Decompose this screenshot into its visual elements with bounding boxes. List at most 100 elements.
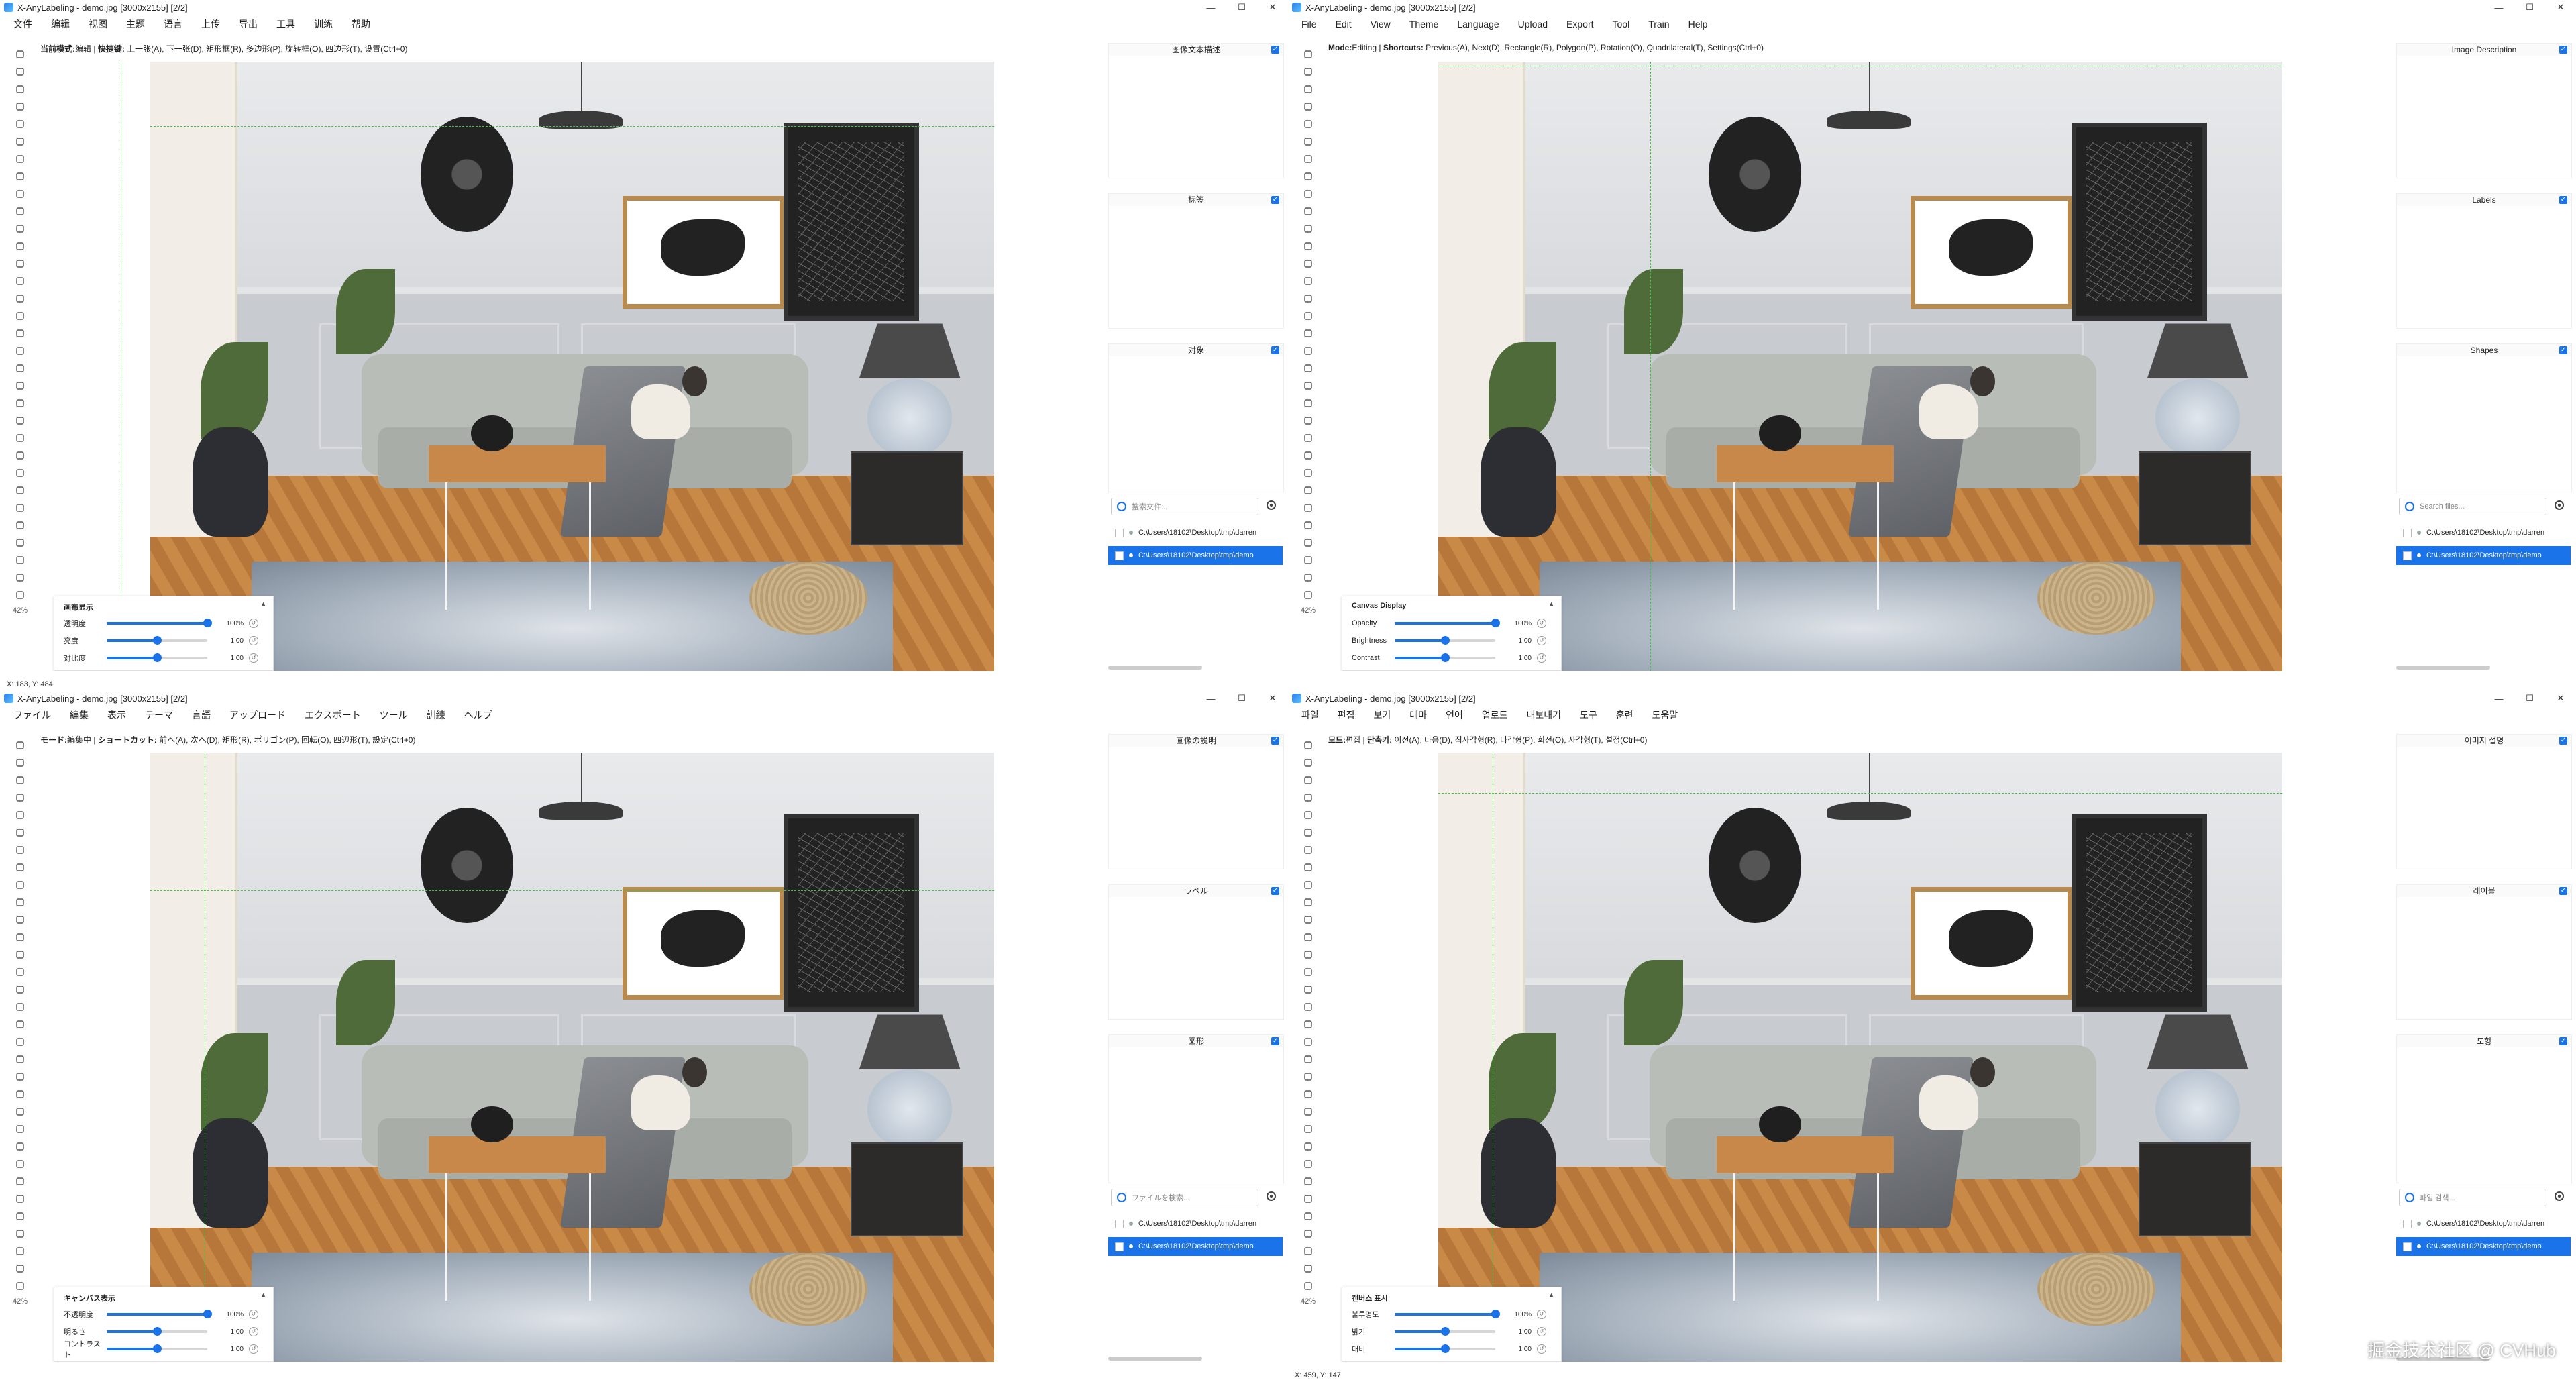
polygon-icon[interactable] [1301,826,1315,839]
contrast-slider-handle[interactable] [1441,653,1450,662]
zoom-in-icon[interactable] [1301,431,1315,445]
save-icon[interactable] [13,100,27,113]
next-image-icon[interactable] [1301,756,1315,769]
shapes-dock-checkbox[interactable]: ✓ [2559,346,2567,354]
undo-icon[interactable] [1301,344,1315,358]
save-icon[interactable] [1301,791,1315,804]
file-list-item[interactable]: C:\Users\18102\Desktop\tmp\demo [2396,546,2571,565]
menu-item[interactable]: Language [1448,19,1508,30]
zoom-in-icon[interactable] [1301,1122,1315,1136]
contrast-slider-handle[interactable] [153,1344,162,1353]
menu-item[interactable]: 主题 [117,17,154,31]
eye-icon[interactable] [1301,1087,1315,1101]
line-icon[interactable] [1301,257,1315,270]
save-icon[interactable] [13,791,27,804]
file-search-input[interactable]: ファイルを検索... [1111,1189,1258,1206]
delete-icon[interactable] [1301,117,1315,131]
maximize-button[interactable]: ☐ [2514,2,2545,13]
image-description-dock-checkbox[interactable]: ✓ [1271,46,1279,54]
close-button[interactable]: ✕ [2545,2,2576,13]
contrast-slider[interactable] [107,1344,207,1353]
settings-icon[interactable] [13,1210,27,1223]
menu-item[interactable]: Export [1557,19,1603,30]
linestrip-icon[interactable] [1301,292,1315,305]
menu-item[interactable]: Train [1639,19,1678,30]
ai-icon[interactable] [1301,861,1315,874]
zoom-out-icon[interactable] [1301,1140,1315,1153]
menu-item[interactable]: 언어 [1436,708,1472,722]
file-list-item[interactable]: C:\Users\18102\Desktop\tmp\darren [1108,523,1283,542]
minimize-button[interactable]: — [1195,694,1226,704]
shapes-dock-checkbox[interactable]: ✓ [1271,346,1279,354]
contrast-slider[interactable] [107,653,207,662]
quadrilateral-icon[interactable] [13,222,27,235]
close-button[interactable]: ✕ [1257,2,1288,13]
undo-icon[interactable] [13,1035,27,1049]
camera-icon[interactable] [13,1227,27,1240]
linestrip-icon[interactable] [1301,983,1315,996]
ai-icon[interactable] [1301,170,1315,183]
zoom-out-icon[interactable] [13,1140,27,1153]
line-icon[interactable] [1301,948,1315,961]
open-file-icon[interactable] [13,739,27,752]
next-image-icon[interactable] [1301,65,1315,78]
file-checkbox[interactable] [2403,528,2412,537]
collapse-icon[interactable]: ▲ [1548,600,1554,607]
menu-item[interactable]: 导出 [229,17,267,31]
menu-item[interactable]: 言語 [182,708,220,722]
camera-icon[interactable] [13,536,27,549]
menu-item[interactable]: 帮助 [342,17,380,31]
fit-icon[interactable] [13,466,27,480]
opacity-reset-icon[interactable]: ↺ [249,1310,258,1319]
line-icon[interactable] [13,257,27,270]
eye-icon[interactable] [1301,396,1315,410]
file-list-item[interactable]: C:\Users\18102\Desktop\tmp\darren [2396,523,2571,542]
layers-icon[interactable] [1301,588,1315,602]
next-image-icon[interactable] [13,65,27,78]
settings-icon[interactable] [1265,499,1277,511]
circle-icon[interactable] [13,931,27,944]
brightness-slider[interactable] [107,636,207,645]
edit-icon[interactable] [1301,309,1315,323]
menu-item[interactable]: 보기 [1364,708,1401,722]
group-icon[interactable] [1301,379,1315,392]
polygon-icon[interactable] [1301,135,1315,148]
opacity-slider-handle[interactable] [203,619,212,627]
menu-item[interactable]: Tool [1603,19,1640,30]
crosshair-icon[interactable] [13,1105,27,1118]
delete-icon[interactable] [13,117,27,131]
menu-item[interactable]: ヘルプ [455,708,502,722]
contrast-slider[interactable] [1395,653,1495,662]
contrast-reset-icon[interactable]: ↺ [249,1344,258,1354]
brightness-reset-icon[interactable]: ↺ [249,636,258,645]
menu-item[interactable]: 도구 [1570,708,1607,722]
circle-icon[interactable] [1301,240,1315,253]
quadrilateral-icon[interactable] [1301,913,1315,926]
brightness-slider[interactable] [1395,1327,1495,1336]
redo-icon[interactable] [13,362,27,375]
brightness-reset-icon[interactable]: ↺ [1537,636,1546,645]
edit-icon[interactable] [1301,1000,1315,1014]
file-list-item[interactable]: C:\Users\18102\Desktop\tmp\demo [1108,546,1283,565]
delete-icon[interactable] [1301,808,1315,822]
quadrilateral-icon[interactable] [1301,222,1315,235]
menu-item[interactable]: ファイル [4,708,60,722]
open-file-icon[interactable] [1301,48,1315,61]
opacity-slider-handle[interactable] [1491,619,1500,627]
polygon-icon[interactable] [13,135,27,148]
menu-item[interactable]: 編集 [60,708,98,722]
file-list-scrollbar[interactable] [1108,1357,1202,1361]
menu-item[interactable]: テーマ [136,708,182,722]
menu-item[interactable]: 테마 [1400,708,1436,722]
shortcut-icon[interactable] [13,501,27,515]
settings-icon[interactable] [2553,499,2565,511]
file-search-input[interactable]: Search files... [2399,498,2546,515]
opacity-slider[interactable] [1395,619,1500,627]
eye-icon[interactable] [13,396,27,410]
line-icon[interactable] [13,948,27,961]
menu-item[interactable]: 语言 [154,17,192,31]
shapes-dock-checkbox[interactable]: ✓ [1271,1037,1279,1045]
menu-item[interactable]: 视图 [79,17,117,31]
opacity-slider[interactable] [107,1310,212,1318]
info-icon[interactable] [1301,571,1315,584]
